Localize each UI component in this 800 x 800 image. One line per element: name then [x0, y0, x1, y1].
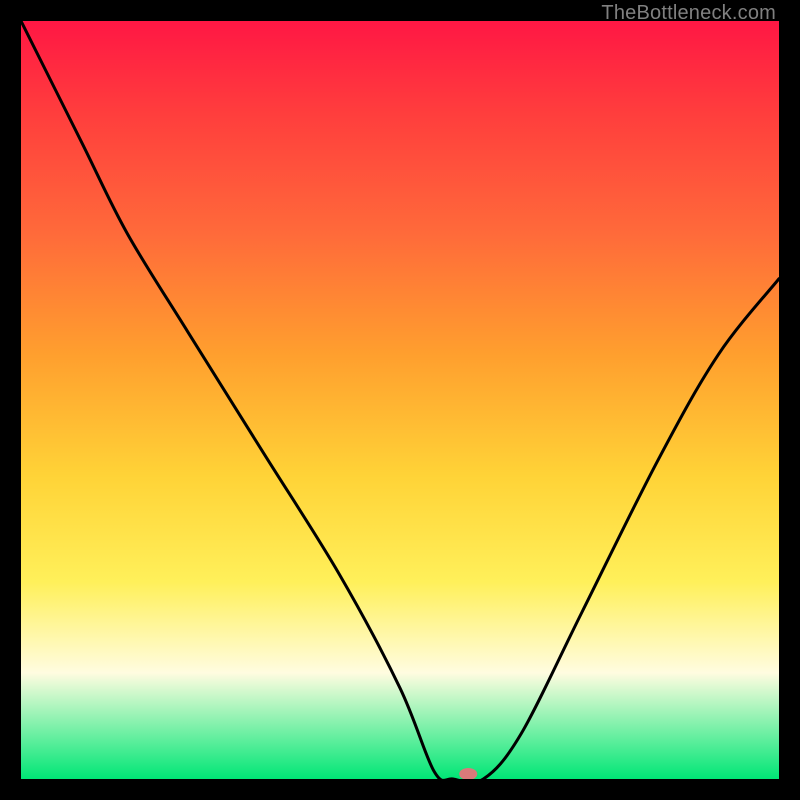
chart-frame: TheBottleneck.com [0, 0, 800, 800]
bottleneck-curve-path [21, 21, 779, 779]
plot-area [21, 21, 779, 779]
watermark-text: TheBottleneck.com [601, 2, 776, 25]
min-marker [459, 768, 477, 779]
curve-svg [21, 21, 779, 779]
